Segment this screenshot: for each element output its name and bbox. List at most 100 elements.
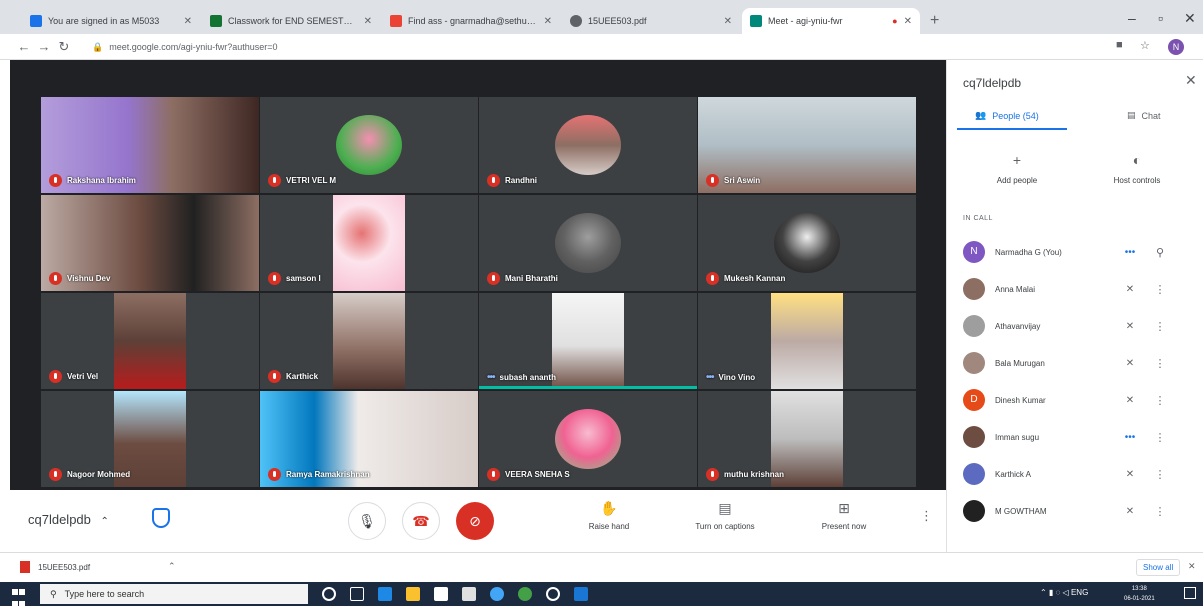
file-explorer-icon[interactable]: [406, 587, 420, 601]
chevron-up-icon[interactable]: ⌃: [168, 561, 176, 572]
video-tile[interactable]: Mani Bharathi: [479, 195, 697, 291]
participant-row[interactable]: Bala Murugan ✕ ⋮: [963, 349, 1193, 377]
back-icon[interactable]: ←: [14, 39, 34, 54]
profile-avatar[interactable]: N: [1168, 39, 1184, 55]
participant-row[interactable]: Athavanvijay ✕ ⋮: [963, 312, 1193, 340]
more-vert-icon[interactable]: ⋮: [1145, 394, 1175, 407]
video-tile[interactable]: VEERA SNEHA S: [479, 391, 697, 487]
participant-name: Sri Aswin: [706, 174, 760, 187]
cortana-icon[interactable]: [322, 587, 336, 601]
more-vert-icon[interactable]: ⋮: [1145, 283, 1175, 296]
people-panel: cq7ldelpdb ✕ 👥 People (54) ▤ Chat + Add …: [946, 60, 1203, 552]
reload-icon[interactable]: ↻: [54, 39, 74, 55]
video-tile[interactable]: Rakshana Ibrahim: [41, 97, 259, 193]
taskbar-clock[interactable]: 13:38 06-01-2021: [1124, 584, 1155, 604]
mic-off-icon: ✕: [1125, 394, 1135, 406]
speaking-indicator-icon: •••: [706, 372, 714, 383]
camera-button[interactable]: ⊘: [456, 502, 494, 540]
close-downloads-icon[interactable]: ✕: [1188, 561, 1196, 572]
video-tile[interactable]: ••• Vino Vino: [698, 293, 916, 389]
captions-button[interactable]: ▤ Turn on captions: [680, 500, 770, 531]
participant-avatar: [555, 115, 621, 175]
download-item[interactable]: 15UEE503.pdf: [20, 561, 90, 573]
more-vert-icon[interactable]: ⋮: [1145, 505, 1175, 518]
video-tile[interactable]: Ramya Ramakrishnan: [260, 391, 478, 487]
minimize-button[interactable]: –: [1128, 10, 1136, 26]
store-icon[interactable]: [434, 587, 448, 601]
more-options-icon[interactable]: ⋮: [920, 508, 933, 524]
close-tab-icon[interactable]: ✕: [904, 16, 912, 27]
close-tab-icon[interactable]: ✕: [724, 16, 732, 27]
participant-row[interactable]: Imman sugu ••• ⋮: [963, 423, 1193, 451]
tab-title: Meet - agi-yniu-fwr: [768, 16, 843, 26]
new-tab-button[interactable]: +: [930, 12, 939, 30]
address-bar[interactable]: 🔒 meet.google.com/agi-yniu-fwr?authuser=…: [92, 38, 1092, 56]
pin-icon[interactable]: ⚲: [1145, 246, 1175, 259]
video-tile[interactable]: Mukesh Kannan: [698, 195, 916, 291]
browser-tab[interactable]: Find ass - gnarmadha@sethu.ac ✕: [382, 8, 560, 34]
video-tile[interactable]: Randhni: [479, 97, 697, 193]
video-tile[interactable]: Vetri Vel: [41, 293, 259, 389]
more-vert-icon[interactable]: ⋮: [1145, 431, 1175, 444]
video-tile[interactable]: VETRI VEL M: [260, 97, 478, 193]
tab-chat[interactable]: ▤ Chat: [1127, 110, 1161, 121]
browser-tab[interactable]: Classwork for END SEMESTER ( ✕: [202, 8, 380, 34]
participant-row[interactable]: M GOWTHAM ✕ ⋮: [963, 497, 1193, 525]
video-tile[interactable]: ••• subash ananth: [479, 293, 697, 389]
leave-call-button[interactable]: ☎: [402, 502, 440, 540]
close-tab-icon[interactable]: ✕: [544, 16, 552, 27]
more-vert-icon[interactable]: ⋮: [1145, 468, 1175, 481]
participant-row[interactable]: Anna Malai ✕ ⋮: [963, 275, 1193, 303]
participant-row[interactable]: N Narmadha G (You) ••• ⚲: [963, 238, 1193, 266]
video-tile[interactable]: Vishnu Dev: [41, 195, 259, 291]
present-button[interactable]: ⊞ Present now: [808, 500, 880, 531]
globe-icon: [570, 15, 582, 27]
tab-title: Find ass - gnarmadha@sethu.ac: [408, 16, 538, 26]
chat-icon: ▤: [1127, 110, 1136, 120]
meeting-details-toggle[interactable]: cq7ldelpdb ⌃: [28, 512, 109, 527]
task-view-icon[interactable]: [350, 587, 364, 601]
taskbar-search-input[interactable]: ⚲ Type here to search: [40, 584, 308, 604]
browser-tab[interactable]: 15UEE503.pdf ✕: [562, 8, 740, 34]
mail-icon[interactable]: [462, 587, 476, 601]
chat-tab-label: Chat: [1141, 110, 1161, 121]
bookmark-star-icon[interactable]: ☆: [1140, 39, 1150, 52]
browser-tab-active[interactable]: Meet - agi-yniu-fwr ● ✕: [742, 8, 920, 34]
chrome-icon[interactable]: [518, 587, 532, 601]
participant-row-name: Dinesh Kumar: [995, 395, 1046, 405]
meeting-controls-bar: cq7ldelpdb ⌃ 🎙 ☎ ⊘ ✋ Raise hand ▤ Turn o…: [10, 490, 946, 552]
word-icon[interactable]: [574, 587, 588, 601]
add-people-button[interactable]: + Add people: [987, 152, 1047, 185]
forward-icon[interactable]: →: [34, 39, 54, 54]
search-placeholder: Type here to search: [64, 589, 145, 599]
windows-start-icon[interactable]: [12, 587, 26, 606]
more-vert-icon[interactable]: ⋮: [1145, 357, 1175, 370]
close-tab-icon[interactable]: ✕: [364, 16, 372, 27]
raise-hand-button[interactable]: ✋ Raise hand: [574, 500, 644, 531]
more-vert-icon[interactable]: ⋮: [1145, 320, 1175, 333]
microphone-button[interactable]: 🎙: [348, 502, 386, 540]
settings-icon[interactable]: [546, 587, 560, 601]
edge-icon[interactable]: [378, 587, 392, 601]
video-tile[interactable]: samson I: [260, 195, 478, 291]
mic-off-icon: [487, 468, 500, 481]
video-tile[interactable]: muthu krishnan: [698, 391, 916, 487]
system-tray[interactable]: ⌃ ▮ ◌ ◁ ENG: [1040, 588, 1088, 597]
video-tile[interactable]: Nagoor Mohmed: [41, 391, 259, 487]
camera-indicator-icon[interactable]: ■: [1116, 39, 1123, 51]
participant-row[interactable]: Karthick A ✕ ⋮: [963, 460, 1193, 488]
close-panel-icon[interactable]: ✕: [1185, 72, 1197, 89]
notifications-icon[interactable]: [1184, 587, 1196, 599]
show-all-button[interactable]: Show all: [1136, 559, 1181, 576]
host-controls-button[interactable]: ◐ Host controls: [1097, 152, 1177, 185]
maximize-button[interactable]: ▫: [1158, 10, 1163, 26]
close-window-button[interactable]: ✕: [1184, 10, 1196, 27]
shield-icon[interactable]: [152, 508, 170, 528]
tab-people[interactable]: 👥 People (54): [975, 110, 1039, 121]
browser-tab[interactable]: You are signed in as M5033 ✕: [22, 8, 200, 34]
participant-row[interactable]: D Dinesh Kumar ✕ ⋮: [963, 386, 1193, 414]
close-tab-icon[interactable]: ✕: [184, 16, 192, 27]
app-icon[interactable]: [490, 587, 504, 601]
video-tile[interactable]: Sri Aswin: [698, 97, 916, 193]
video-tile[interactable]: Karthick: [260, 293, 478, 389]
